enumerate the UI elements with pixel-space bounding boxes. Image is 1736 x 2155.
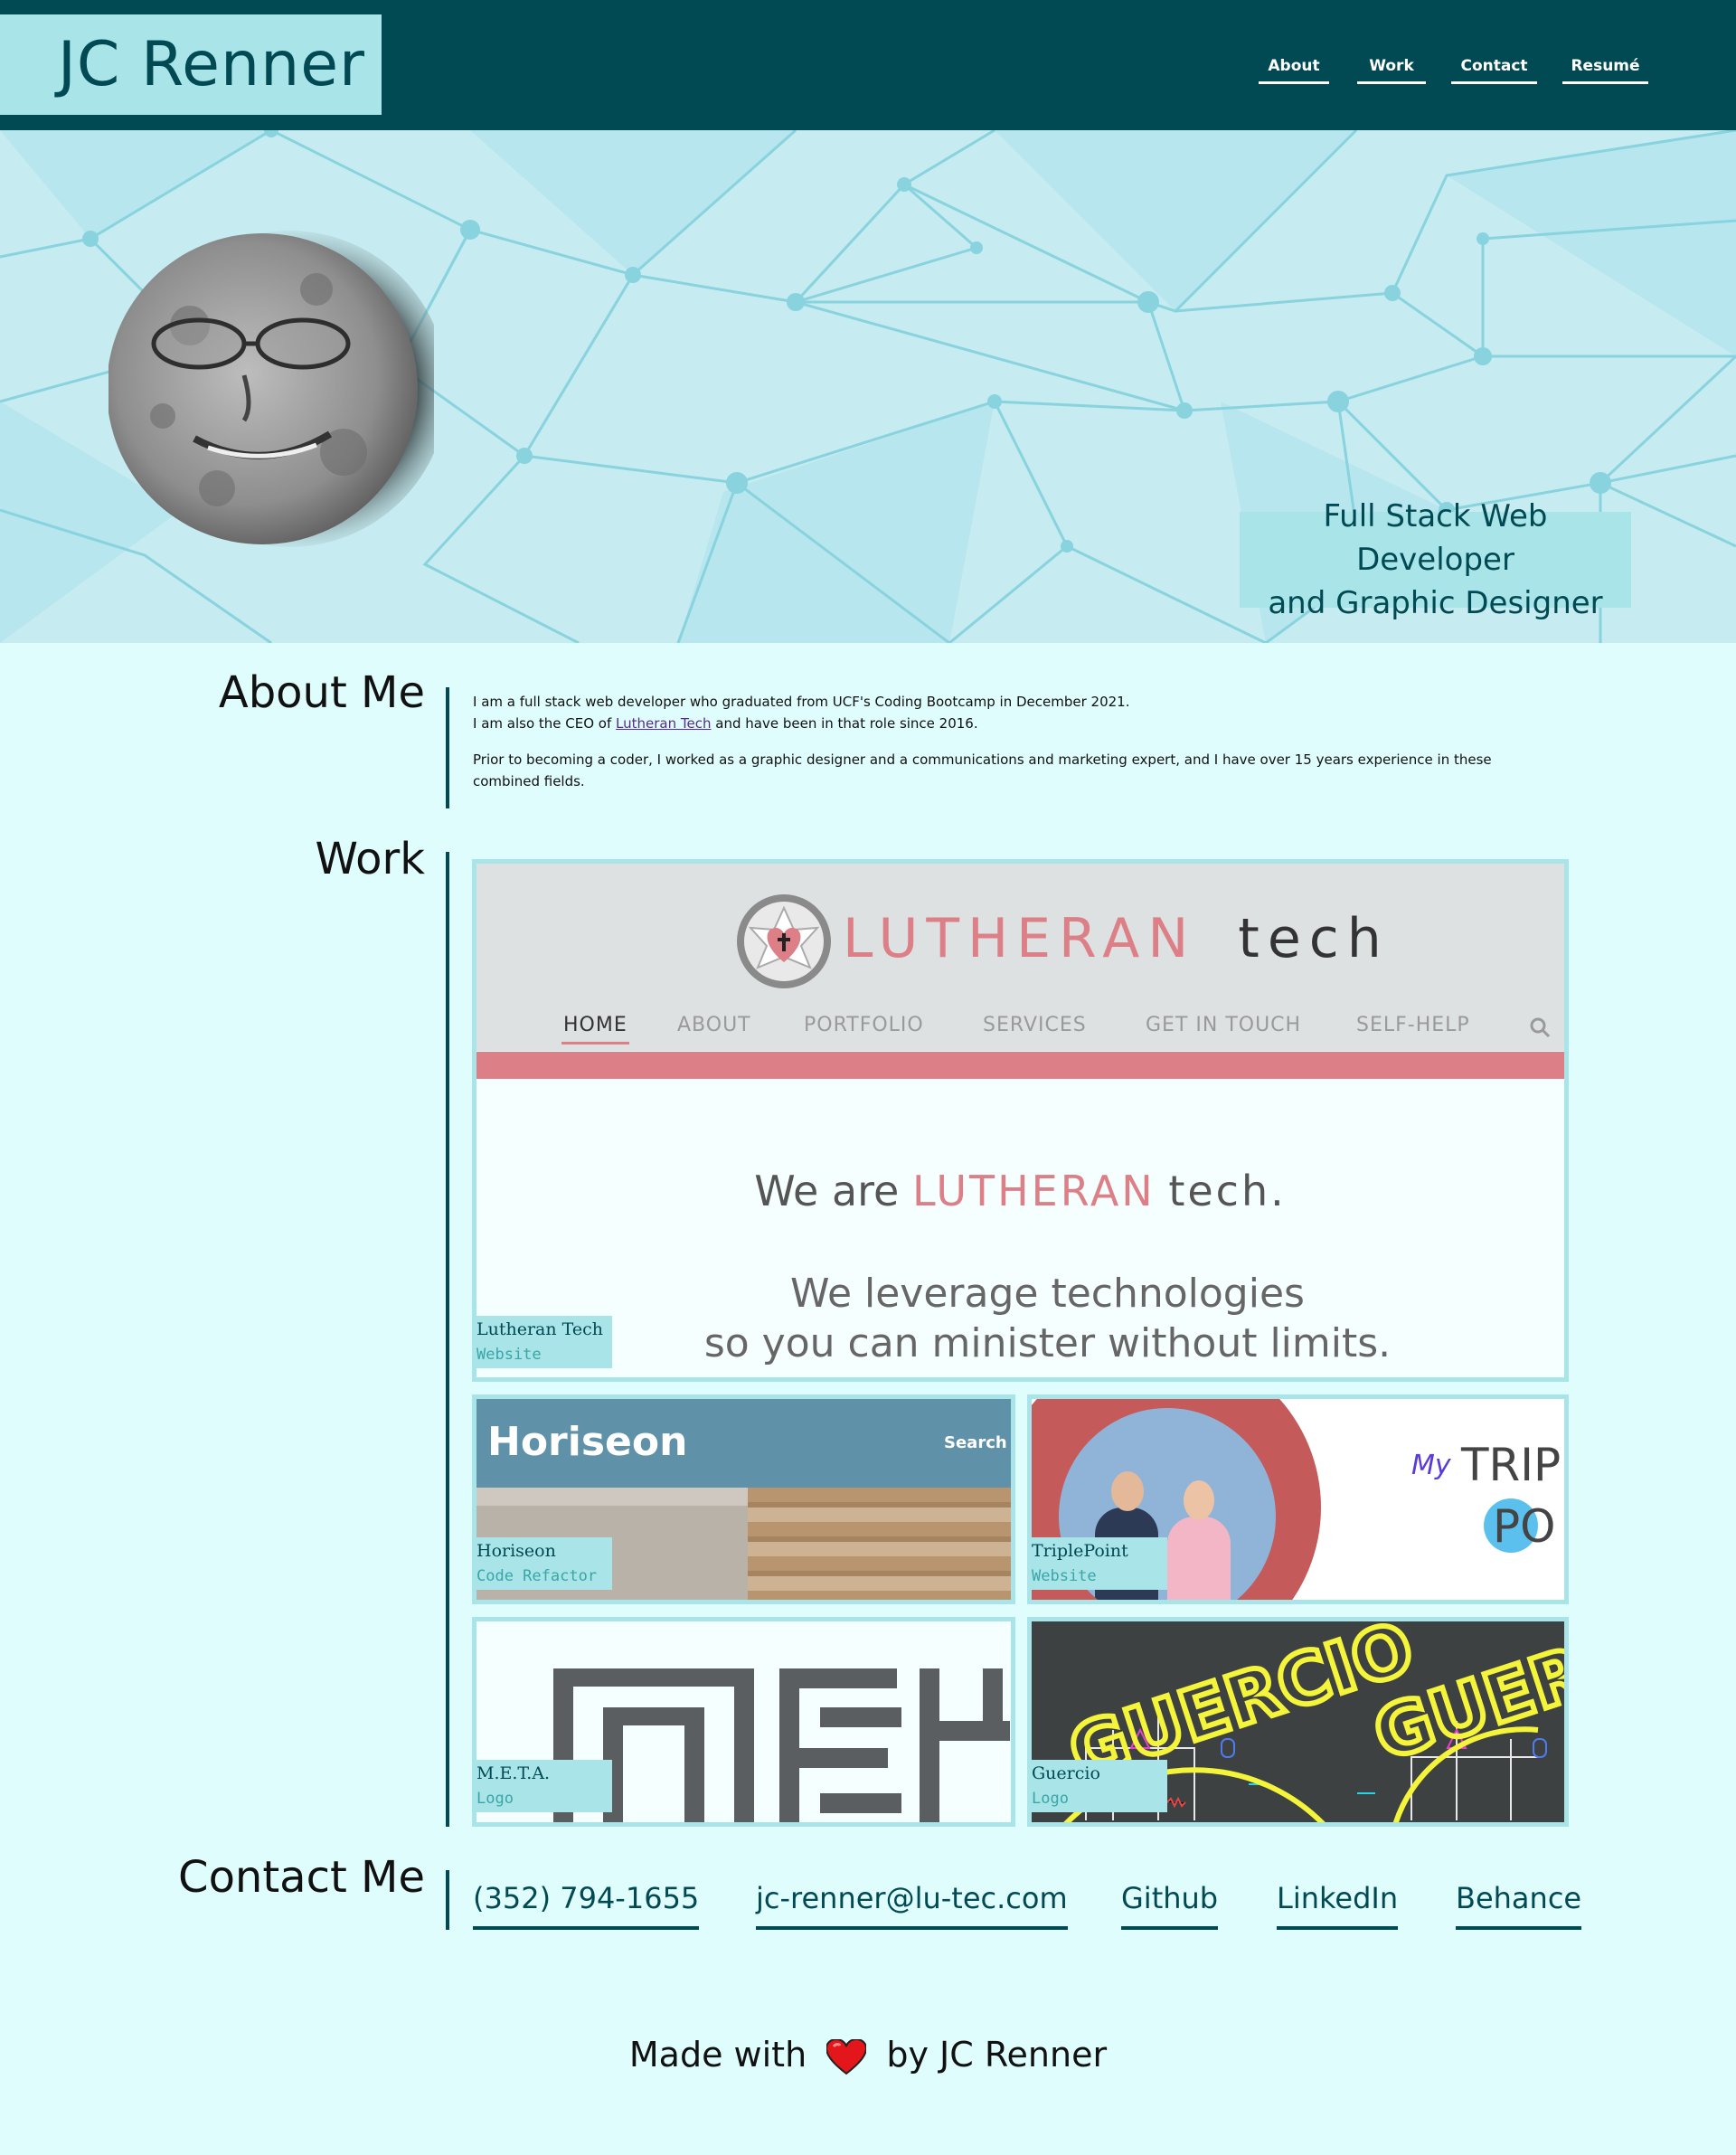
nav-about[interactable]: About	[1259, 51, 1329, 84]
lutheran-pink-bar	[476, 1052, 1564, 1079]
search-icon	[1530, 1017, 1551, 1038]
project-card-triplepoint[interactable]: My TRIP PO TriplePoint Website	[1027, 1394, 1569, 1604]
about-text-line1: I am a full stack web developer who grad…	[473, 694, 1130, 710]
triplepoint-my: My	[1411, 1450, 1451, 1481]
triplepoint-trip: TRIP	[1461, 1439, 1561, 1491]
lutheran-hero-brand: LUTHERAN	[911, 1167, 1156, 1215]
project-title: TriplePoint	[1032, 1541, 1128, 1561]
lutheran-hero-line3: so you can minister without limits.	[703, 1320, 1392, 1366]
lutheran-menu-self-help: SELF-HELP	[1356, 1014, 1470, 1036]
tagline-line2: and Graphic Designer	[1268, 585, 1603, 621]
about-divider	[446, 687, 449, 808]
triplepoint-po: PO	[1493, 1500, 1556, 1553]
project-title: M.E.T.A.	[476, 1763, 551, 1783]
horiseon-search-label: Search E	[944, 1433, 1011, 1452]
project-subtitle: Logo	[476, 1790, 514, 1808]
project-caption: Horiseon Code Refactor	[476, 1537, 612, 1590]
lutheran-menu-services: SERVICES	[983, 1014, 1087, 1036]
about-text-line2b: and have been in that role since 2016.	[715, 715, 978, 732]
project-card-meta[interactable]: M.E.T.A. Logo	[472, 1617, 1015, 1827]
contact-phone-link[interactable]: (352) 794-1655	[473, 1881, 700, 1930]
about-title: About Me	[218, 667, 425, 718]
project-subtitle: Code Refactor	[476, 1567, 598, 1585]
profile-moon-image	[107, 226, 448, 552]
lutheran-tech-screenshot: LUTHERAN tech HOME ABOUT PORTFOLIO SERVI…	[476, 864, 1564, 1377]
lutheran-menu-portfolio: PORTFOLIO	[804, 1014, 924, 1036]
site-footer: Made with by JC Renner	[0, 2035, 1736, 2075]
project-card-lutheran-tech[interactable]: LUTHERAN tech HOME ABOUT PORTFOLIO SERVI…	[472, 859, 1569, 1382]
project-card-horiseon[interactable]: Horiseon Search E Horiseon Code Refactor	[472, 1394, 1015, 1604]
lutheran-menu-get-in-touch: GET IN TOUCH	[1146, 1014, 1302, 1036]
about-paragraph-1: I am a full stack web developer who grad…	[473, 691, 1540, 734]
lutheran-hero-tech: tech.	[1168, 1167, 1287, 1215]
lutheran-hero-we-are: We are	[754, 1167, 900, 1215]
main-nav: About Work Contact Resumé	[0, 51, 1736, 87]
site-header: JC Renner About Work Contact Resumé	[0, 0, 1736, 130]
work-divider	[446, 852, 449, 1827]
footer-by: by JC Renner	[886, 2035, 1108, 2075]
project-subtitle: Website	[1032, 1567, 1097, 1585]
project-card-guercio[interactable]: GUERCIO GUER Guercio Logo	[1027, 1617, 1569, 1827]
project-title: Horiseon	[476, 1541, 556, 1561]
contact-divider	[446, 1870, 449, 1930]
heart-icon	[826, 2038, 867, 2075]
about-text-line2a: I am also the CEO of	[473, 715, 612, 732]
project-caption: Guercio Logo	[1032, 1760, 1167, 1812]
lutheran-tech-link[interactable]: Lutheran Tech	[616, 715, 711, 732]
nav-contact[interactable]: Contact	[1451, 51, 1537, 84]
nav-work[interactable]: Work	[1357, 51, 1426, 84]
project-title: Lutheran Tech	[476, 1319, 603, 1339]
contact-github-link[interactable]: Github	[1121, 1881, 1219, 1930]
contact-email-link[interactable]: jc-renner@lu-tec.com	[756, 1881, 1068, 1930]
lutheran-menu-about: ABOUT	[677, 1014, 751, 1036]
lutheran-menu-home: HOME	[561, 1014, 629, 1044]
about-paragraph-2: Prior to becoming a coder, I worked as a…	[473, 751, 1492, 789]
project-title: Guercio	[1032, 1763, 1100, 1783]
horiseon-brand: Horiseon	[487, 1419, 688, 1465]
lutheran-hero-line1: We are LUTHERAN tech.	[476, 1167, 1564, 1215]
footer-made-with: Made with	[628, 2035, 807, 2075]
lutheran-hero-line2: We leverage technologies	[790, 1271, 1305, 1317]
nav-resume[interactable]: Resumé	[1562, 51, 1648, 84]
lutheran-brand-a: LUTHERAN	[843, 907, 1197, 970]
work-title: Work	[315, 834, 425, 884]
lutheran-brand-b: tech	[1238, 907, 1390, 970]
contact-linkedin-link[interactable]: LinkedIn	[1277, 1881, 1399, 1930]
hero-tagline: Full Stack Web Developer and Graphic Des…	[1240, 498, 1631, 621]
contact-title: Contact Me	[178, 1852, 425, 1903]
tagline-line1: Full Stack Web Developer	[1323, 498, 1548, 578]
about-text: I am a full stack web developer who grad…	[473, 691, 1540, 807]
lutheran-rose-icon	[737, 894, 831, 988]
project-subtitle: Logo	[1032, 1790, 1069, 1808]
project-subtitle: Website	[476, 1346, 542, 1364]
project-caption: Lutheran Tech Website	[476, 1316, 612, 1368]
project-caption: TriplePoint Website	[1032, 1537, 1167, 1590]
contact-behance-link[interactable]: Behance	[1456, 1881, 1582, 1930]
project-caption: M.E.T.A. Logo	[476, 1760, 612, 1812]
